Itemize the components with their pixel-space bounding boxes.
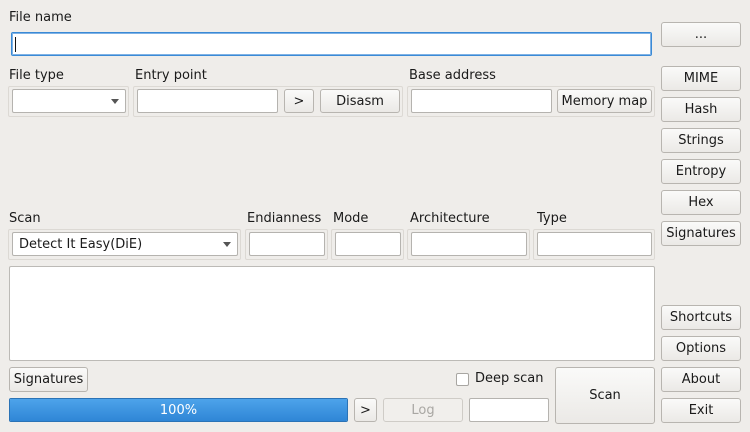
scan-results-view[interactable] (9, 266, 655, 361)
signatures-button[interactable]: Signatures (9, 367, 88, 392)
scan-progress-bar: 100% (9, 398, 348, 422)
endianness-field[interactable] (249, 232, 325, 256)
architecture-field[interactable] (411, 232, 527, 256)
mime-button[interactable]: MIME (661, 66, 741, 91)
base-address-input[interactable] (411, 89, 552, 113)
entropy-button[interactable]: Entropy (661, 159, 741, 184)
hash-button[interactable]: Hash (661, 97, 741, 122)
scan-engine-select[interactable]: Detect It Easy(DiE) (12, 232, 238, 256)
progress-text: 100% (159, 402, 198, 418)
exit-button[interactable]: Exit (661, 398, 741, 423)
hex-button[interactable]: Hex (661, 190, 741, 215)
browse-button[interactable]: ... (661, 22, 741, 47)
chevron-down-icon (111, 99, 119, 104)
file-type-select[interactable] (12, 89, 126, 113)
file-name-label: File name (9, 10, 72, 25)
deep-scan-label[interactable]: Deep scan (475, 371, 544, 387)
scan-button[interactable]: Scan (555, 367, 655, 424)
endianness-label: Endianness (247, 211, 322, 226)
chevron-down-icon (223, 242, 231, 247)
file-name-input[interactable] (11, 32, 652, 56)
signatures-side-button[interactable]: Signatures (661, 221, 741, 246)
entry-point-label: Entry point (135, 68, 207, 83)
more-button[interactable]: > (354, 398, 377, 422)
text-caret (15, 37, 16, 52)
mode-label: Mode (333, 211, 369, 226)
deep-scan-checkbox[interactable] (456, 373, 469, 386)
strings-button[interactable]: Strings (661, 128, 741, 153)
about-button[interactable]: About (661, 367, 741, 392)
type-field[interactable] (537, 232, 652, 256)
entry-point-input[interactable] (137, 89, 278, 113)
shortcuts-button[interactable]: Shortcuts (661, 305, 741, 330)
type-label: Type (537, 211, 567, 226)
options-button[interactable]: Options (661, 336, 741, 361)
log-button[interactable]: Log (383, 398, 463, 422)
base-address-label: Base address (409, 68, 496, 83)
file-type-label: File type (9, 68, 64, 83)
disasm-button[interactable]: Disasm (320, 89, 400, 113)
architecture-label: Architecture (410, 211, 490, 226)
mode-field[interactable] (335, 232, 401, 256)
scan-label: Scan (9, 211, 41, 226)
memory-map-button[interactable]: Memory map (557, 89, 652, 113)
entry-point-go-button[interactable]: > (284, 89, 314, 113)
elapsed-time-field (469, 398, 549, 422)
